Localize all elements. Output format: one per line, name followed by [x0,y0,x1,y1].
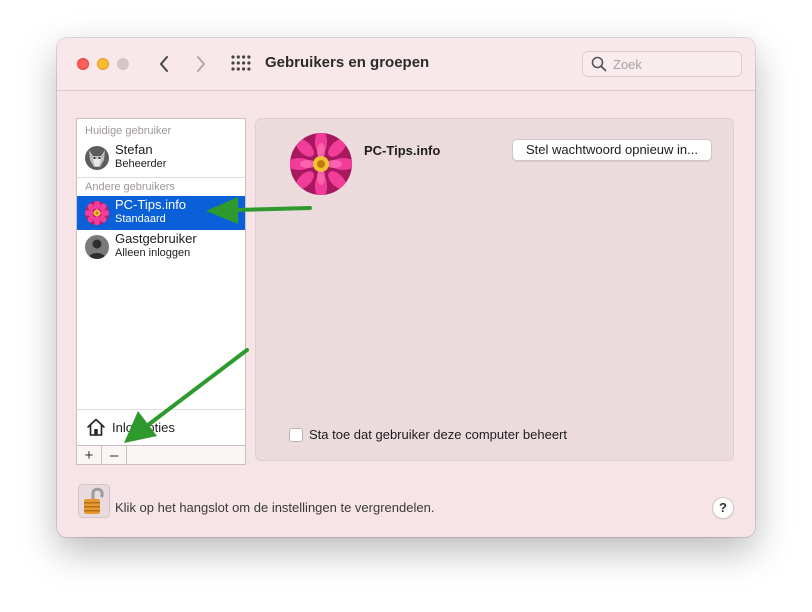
back-button[interactable] [152,52,176,76]
pink-flower-avatar [85,201,109,225]
user-item-guest[interactable]: Gastgebruiker Alleen inloggen [77,230,245,264]
list-action-bar: + – [77,445,245,464]
user-role: Beheerder [115,158,167,170]
guest-silhouette-avatar [85,235,109,259]
current-user-header: Huidige gebruiker [85,125,172,137]
padlock-unlocked-icon[interactable] [78,484,110,518]
window-title: Gebruikers en groepen [265,54,430,71]
login-options-item[interactable]: Inlogopties [77,409,245,445]
wolf-avatar [85,146,109,170]
user-name: Stefan [115,142,153,157]
title-bar: Gebruikers en groepen [57,38,755,91]
search-input[interactable] [613,55,733,73]
minimize-window-button[interactable] [97,58,109,70]
divider [77,177,245,178]
user-name: PC-Tips.info [115,197,187,212]
preferences-window: Gebruikers en groepen Huidige gebruiker … [57,38,755,537]
help-button[interactable]: ? [712,497,734,519]
zoom-window-button[interactable] [117,58,129,70]
search-field[interactable] [582,51,742,77]
user-picture[interactable] [290,133,352,195]
user-item-stefan[interactable]: Stefan Beheerder [77,141,245,175]
user-list: Huidige gebruiker Stefan Beheerder Ander… [76,118,246,465]
selected-user-name: PC-Tips.info [364,143,441,158]
lock-instruction-text: Klik op het hangslot om de instellingen … [115,500,435,515]
forward-button[interactable] [189,52,213,76]
close-window-button[interactable] [77,58,89,70]
reset-password-button[interactable]: Stel wachtwoord opnieuw in... [512,139,712,161]
show-all-grid-icon[interactable] [231,55,251,71]
add-user-button[interactable]: + [77,446,102,464]
allow-admin-checkbox[interactable] [289,428,303,442]
remove-user-button[interactable]: – [102,446,127,464]
user-role: Standaard [115,213,166,225]
house-icon [87,418,105,436]
user-role: Alleen inloggen [115,247,191,259]
search-icon [591,56,607,72]
user-name: Gastgebruiker [115,231,197,246]
chevron-left-icon [160,56,168,72]
user-detail-panel: PC-Tips.info Stel wachtwoord opnieuw in.… [255,118,734,461]
chevron-right-icon [197,56,205,72]
allow-admin-label[interactable]: Sta toe dat gebruiker deze computer behe… [309,427,567,442]
user-item-pc-tips[interactable]: PC-Tips.info Standaard [77,196,245,230]
other-users-header: Andere gebruikers [85,181,175,193]
login-options-label: Inlogopties [112,420,175,435]
